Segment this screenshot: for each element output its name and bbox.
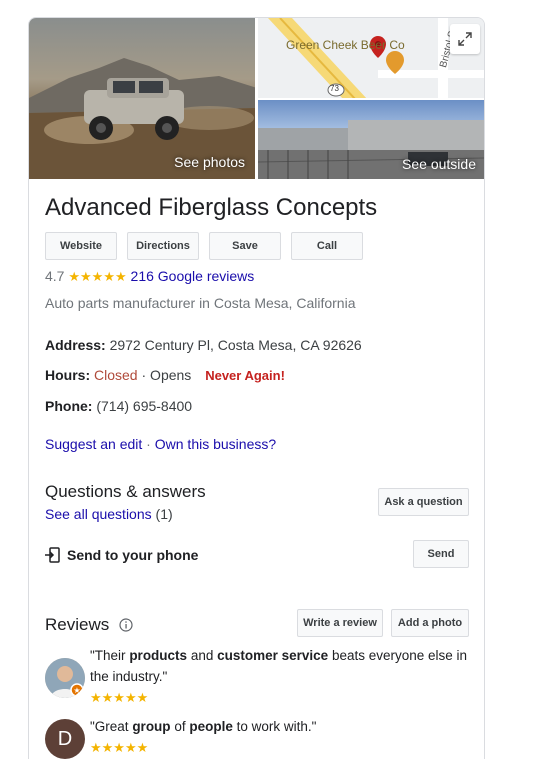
edit-separator: · bbox=[142, 436, 155, 452]
svg-text:★: ★ bbox=[73, 686, 80, 695]
rating-stars-icon: ★★★★★ bbox=[68, 269, 127, 284]
map-business-label: Green Cheek Beer Co bbox=[286, 38, 405, 52]
review-text-part: to work with." bbox=[232, 719, 317, 734]
review-keyword: customer service bbox=[217, 648, 329, 663]
phone-label: Phone: bbox=[45, 398, 93, 414]
review-text-part: "Great bbox=[90, 719, 133, 734]
address-value[interactable]: 2972 Century Pl, Costa Mesa, CA 92626 bbox=[110, 337, 362, 353]
reviewer-photo: ★ bbox=[45, 658, 85, 698]
address-label: Address: bbox=[45, 337, 106, 353]
review-keyword: people bbox=[189, 719, 233, 734]
business-name: Advanced Fiberglass Concepts bbox=[45, 194, 378, 221]
avatar[interactable]: D bbox=[45, 719, 85, 759]
edit-links-row: Suggest an edit · Own this business? bbox=[45, 436, 276, 452]
review-1-stars-icon: ★★★★★ bbox=[90, 690, 149, 705]
reviews-header: Reviews bbox=[45, 615, 133, 635]
directions-button[interactable]: Directions bbox=[127, 232, 199, 260]
see-photos-label[interactable]: See photos bbox=[174, 154, 245, 170]
send-button[interactable]: Send bbox=[413, 540, 469, 568]
knowledge-panel: See photos Green Cheek Beer Co Bristol S… bbox=[28, 17, 485, 759]
qa-title: Questions & answers bbox=[45, 482, 206, 501]
business-category: Auto parts manufacturer in Costa Mesa, C… bbox=[45, 295, 356, 311]
expand-icon bbox=[458, 32, 472, 46]
hours-row: Hours: Closed · Opens Never Again! bbox=[45, 367, 285, 383]
send-to-phone-row[interactable]: Send to your phone bbox=[45, 547, 198, 563]
map-tile[interactable]: Green Cheek Beer Co Bristol S 73 bbox=[258, 18, 484, 100]
qa-see-all-row: See all questions (1) bbox=[45, 506, 173, 522]
rating-row: 4.7 ★★★★★ 216 Google reviews bbox=[45, 268, 254, 285]
see-all-questions-link[interactable]: See all questions bbox=[45, 506, 152, 522]
map-route-label: 73 bbox=[330, 84, 339, 93]
reviews-link[interactable]: 216 Google reviews bbox=[131, 268, 255, 284]
hours-label: Hours: bbox=[45, 367, 91, 383]
review-text-part: "Their bbox=[90, 648, 130, 663]
hours-status[interactable]: Closed bbox=[94, 367, 138, 383]
review-1-text: "Their products and customer service bea… bbox=[90, 645, 475, 687]
hours-annotation: Never Again! bbox=[205, 368, 285, 383]
hours-rest: · Opens bbox=[137, 367, 192, 383]
info-icon[interactable] bbox=[119, 618, 133, 632]
expand-map-button[interactable] bbox=[450, 24, 480, 54]
suggest-edit-link[interactable]: Suggest an edit bbox=[45, 436, 142, 452]
review-text-part: of bbox=[170, 719, 190, 734]
review-keyword: products bbox=[129, 648, 188, 663]
review-keyword: group bbox=[132, 719, 171, 734]
phone-row: Phone: (714) 695-8400 bbox=[45, 398, 192, 414]
save-button[interactable]: Save bbox=[209, 232, 281, 260]
send-to-phone-label[interactable]: Send to your phone bbox=[67, 547, 198, 563]
phone-value[interactable]: (714) 695-8400 bbox=[96, 398, 192, 414]
review-text-part: and bbox=[187, 648, 218, 663]
send-to-phone-icon bbox=[45, 547, 60, 563]
ask-question-button[interactable]: Ask a question bbox=[378, 488, 469, 516]
rating-value: 4.7 bbox=[45, 268, 65, 284]
write-review-button[interactable]: Write a review bbox=[297, 609, 383, 637]
photos-tile[interactable]: See photos bbox=[29, 18, 257, 179]
outside-tile[interactable]: See outside bbox=[258, 100, 484, 179]
own-business-link[interactable]: Own this business? bbox=[155, 436, 276, 452]
avatar[interactable]: ★ bbox=[45, 658, 85, 698]
call-button[interactable]: Call bbox=[291, 232, 363, 260]
see-outside-label[interactable]: See outside bbox=[402, 156, 476, 172]
questions-count: (1) bbox=[155, 506, 173, 522]
avatar-letter: D bbox=[57, 727, 73, 750]
review-2-text: "Great group of people to work with." bbox=[90, 716, 475, 737]
reviews-title: Reviews bbox=[45, 615, 110, 634]
add-photo-button[interactable]: Add a photo bbox=[391, 609, 469, 637]
address-row: Address: 2972 Century Pl, Costa Mesa, CA… bbox=[45, 337, 362, 353]
website-button[interactable]: Website bbox=[45, 232, 117, 260]
review-2-stars-icon: ★★★★★ bbox=[90, 740, 149, 755]
